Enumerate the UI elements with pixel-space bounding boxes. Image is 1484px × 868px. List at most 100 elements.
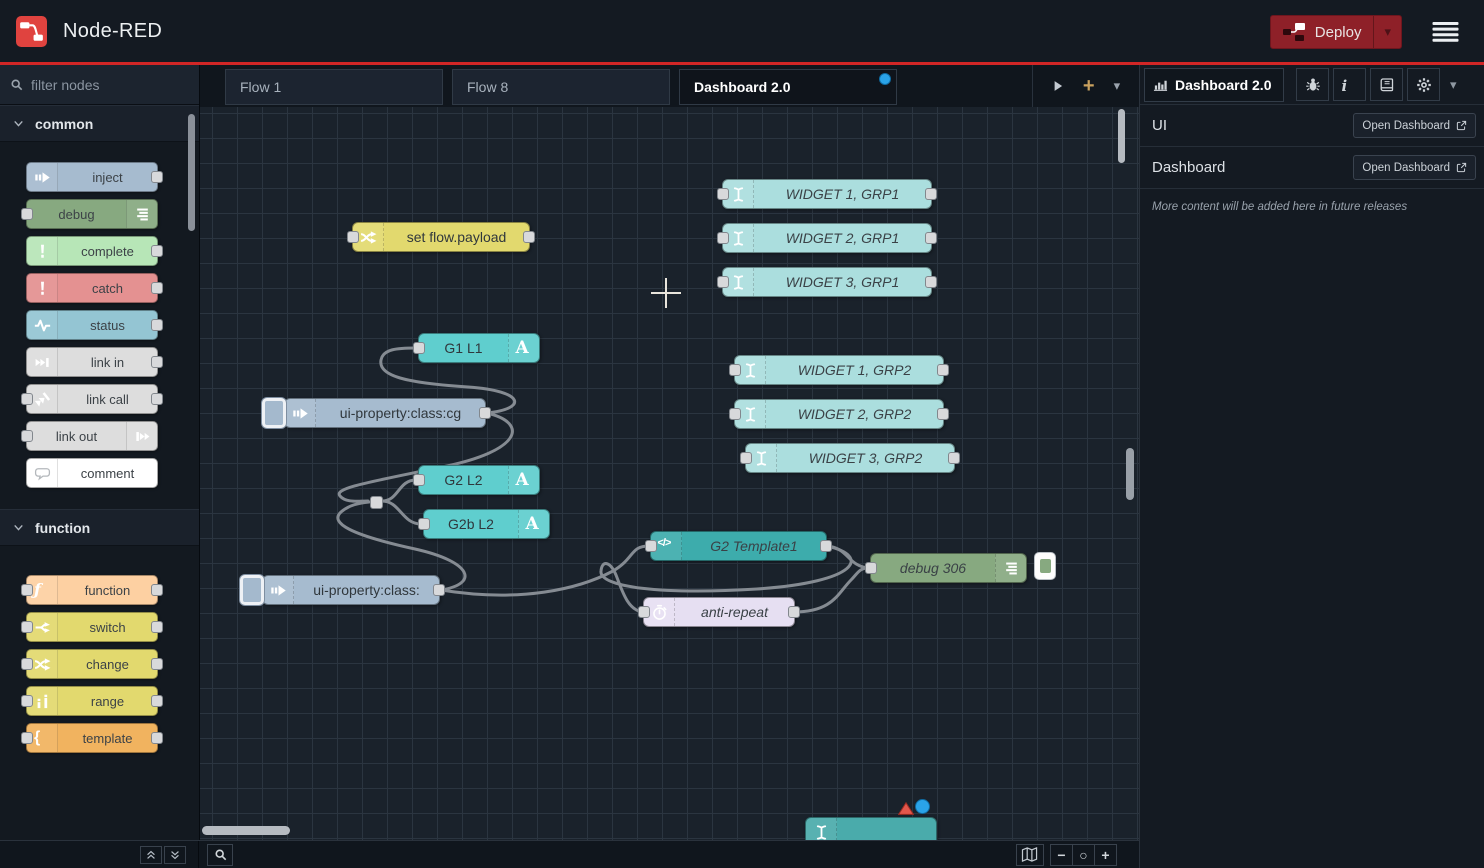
palette-node-change[interactable]: change	[26, 649, 158, 679]
sidebar-tool-info-button[interactable]: i	[1333, 68, 1366, 101]
add-flow-button[interactable]: +	[1083, 76, 1095, 96]
minimap-button[interactable]	[1016, 844, 1044, 866]
output-port[interactable]	[937, 408, 949, 420]
wire[interactable]	[382, 480, 416, 501]
palette-node-template[interactable]: {template	[26, 723, 158, 753]
output-port[interactable]	[151, 393, 163, 405]
sidebar-tabs-chevron-icon[interactable]: ▾	[1450, 77, 1457, 93]
canvas-horizontal-scrollbar[interactable]	[202, 826, 290, 835]
input-port[interactable]	[418, 518, 430, 530]
palette-expand-all-button[interactable]	[164, 846, 186, 864]
node-g2-template1[interactable]: </>G2 Template1	[650, 531, 827, 561]
node-widget-3-grp2[interactable]: WIDGET 3, GRP2	[745, 443, 955, 473]
output-port[interactable]	[523, 231, 535, 243]
output-port[interactable]	[479, 407, 491, 419]
wire-junction[interactable]	[370, 496, 383, 509]
input-port[interactable]	[717, 188, 729, 200]
canvas-search-button[interactable]	[207, 844, 233, 866]
palette-search-input[interactable]: filter nodes	[0, 65, 199, 105]
node-widget-3-grp1[interactable]: WIDGET 3, GRP1	[722, 267, 932, 297]
node-widget-1-grp2[interactable]: WIDGET 1, GRP2	[734, 355, 944, 385]
output-port[interactable]	[948, 452, 960, 464]
palette-collapse-all-button[interactable]	[140, 846, 162, 864]
wire[interactable]	[441, 546, 649, 595]
input-port[interactable]	[413, 342, 425, 354]
sidebar-tab-dashboard[interactable]: Dashboard 2.0	[1144, 68, 1284, 102]
palette-node-link-out[interactable]: link out	[26, 421, 158, 451]
deploy-button[interactable]: Deploy ▾	[1270, 15, 1402, 49]
flow-list-chevron-icon[interactable]: ▾	[1114, 78, 1121, 94]
node-anti-repeat[interactable]: anti-repeat	[643, 597, 795, 627]
node-widget-2-grp1[interactable]: WIDGET 2, GRP1	[722, 223, 932, 253]
palette-node-debug[interactable]: debug	[26, 199, 158, 229]
output-port[interactable]	[925, 188, 937, 200]
output-port[interactable]	[151, 319, 163, 331]
tab-dashboard-2-0[interactable]: Dashboard 2.0	[679, 69, 897, 105]
zoom-out-button[interactable]: −	[1051, 845, 1072, 865]
input-port[interactable]	[21, 584, 33, 596]
input-port[interactable]	[638, 606, 650, 618]
palette-node-inject[interactable]: inject	[26, 162, 158, 192]
node-debug-306[interactable]: debug 306	[870, 553, 1027, 583]
zoom-in-button[interactable]: +	[1094, 845, 1116, 865]
output-port[interactable]	[937, 364, 949, 376]
output-port[interactable]	[151, 245, 163, 257]
input-port[interactable]	[645, 540, 657, 552]
output-port[interactable]	[433, 584, 445, 596]
tab-flow-1[interactable]: Flow 1	[225, 69, 443, 105]
node-widget-1-grp1[interactable]: WIDGET 1, GRP1	[722, 179, 932, 209]
palette-node-status[interactable]: status	[26, 310, 158, 340]
input-port[interactable]	[729, 408, 741, 420]
input-port[interactable]	[413, 474, 425, 486]
input-port[interactable]	[347, 231, 359, 243]
output-port[interactable]	[151, 584, 163, 596]
output-port[interactable]	[151, 171, 163, 183]
open-dashboard-button[interactable]: Open Dashboard	[1353, 113, 1476, 138]
palette-node-range[interactable]: range	[26, 686, 158, 716]
node-g1-l1[interactable]: AG1 L1	[418, 333, 540, 363]
output-port[interactable]	[151, 658, 163, 670]
output-port[interactable]	[925, 232, 937, 244]
palette-node-complete[interactable]: complete	[26, 236, 158, 266]
sidebar-tool-book-button[interactable]	[1370, 68, 1403, 101]
input-port[interactable]	[21, 658, 33, 670]
category-header-common[interactable]: common	[0, 105, 199, 142]
input-port[interactable]	[865, 562, 877, 574]
palette-node-function[interactable]: ƒfunction	[26, 575, 158, 605]
deploy-options-chevron-icon[interactable]: ▾	[1374, 24, 1401, 40]
palette-node-catch[interactable]: catch	[26, 273, 158, 303]
input-port[interactable]	[21, 208, 33, 220]
input-port[interactable]	[21, 732, 33, 744]
output-port[interactable]	[151, 621, 163, 633]
node-ui-property-class-cg[interactable]: ui-property:class:cg	[284, 398, 486, 428]
scroll-tabs-right-icon[interactable]	[1052, 79, 1064, 93]
output-port[interactable]	[151, 695, 163, 707]
open-dashboard-button[interactable]: Open Dashboard	[1353, 155, 1476, 180]
output-port[interactable]	[925, 276, 937, 288]
output-port[interactable]	[151, 282, 163, 294]
sidebar-tool-bug-button[interactable]	[1296, 68, 1329, 101]
main-menu-button[interactable]	[1431, 22, 1460, 42]
output-port[interactable]	[151, 356, 163, 368]
sidebar-resize-handle[interactable]	[1126, 448, 1134, 500]
input-port[interactable]	[21, 621, 33, 633]
category-header-function[interactable]: function	[0, 509, 199, 546]
input-port[interactable]	[21, 695, 33, 707]
inject-trigger-button[interactable]	[240, 575, 264, 605]
input-port[interactable]	[21, 430, 33, 442]
inject-trigger-button[interactable]	[262, 398, 286, 428]
node-set-flow-payload[interactable]: set flow.payload	[352, 222, 530, 252]
output-port[interactable]	[151, 732, 163, 744]
palette-scrollbar-thumb[interactable]	[188, 114, 195, 231]
flow-canvas[interactable]: set flow.payload WIDGET 1, GRP1 WIDGET 2, …	[200, 107, 1139, 841]
input-port[interactable]	[717, 276, 729, 288]
input-port[interactable]	[21, 393, 33, 405]
output-port[interactable]	[788, 606, 800, 618]
zoom-reset-button[interactable]: ○	[1072, 845, 1094, 865]
node-g2-l2[interactable]: AG2 L2	[418, 465, 540, 495]
palette-node-link-in[interactable]: link in	[26, 347, 158, 377]
palette-node-link-call[interactable]: link call	[26, 384, 158, 414]
node-node[interactable]	[805, 817, 937, 841]
palette-node-switch[interactable]: switch	[26, 612, 158, 642]
tab-flow-8[interactable]: Flow 8	[452, 69, 670, 105]
